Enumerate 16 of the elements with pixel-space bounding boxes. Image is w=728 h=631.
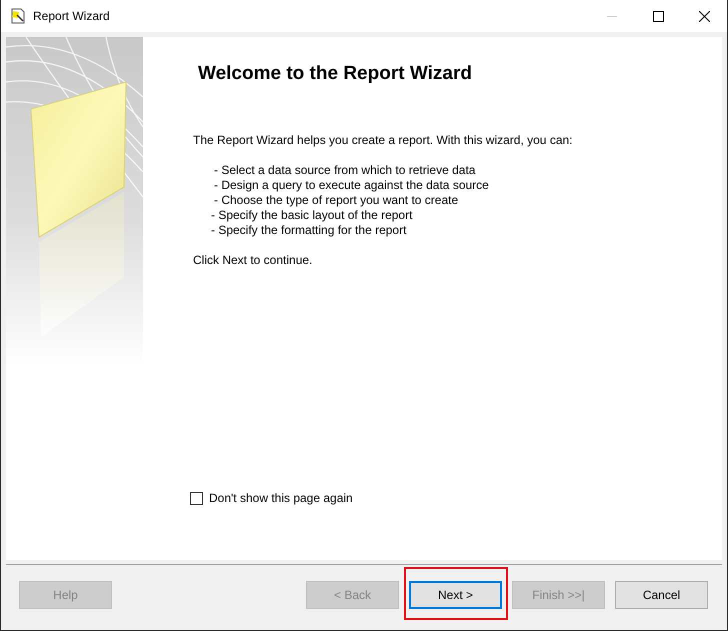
wizard-button[interactable]: Cancel — [615, 581, 708, 609]
checkbox[interactable] — [190, 492, 203, 504]
instruction-text: Click Next to continue. — [193, 253, 314, 267]
list-item: - Specify the basic layout of the report — [211, 208, 414, 223]
page-heading: Welcome to the Report Wizard — [198, 63, 473, 86]
list-item: - Choose the type of report you want to create — [214, 193, 460, 208]
wizard-button[interactable]: Next > — [409, 581, 502, 609]
list-item: - Specify the formatting for the report — [211, 223, 408, 238]
intro-text: The Report Wizard helps you create a report. With this wizard, you can: — [193, 133, 574, 148]
report-wizard-icon — [10, 8, 26, 24]
list-item: - Select a data source from which to retrieve data — [214, 163, 476, 178]
checkbox-label[interactable]: Don't show this page again — [209, 491, 353, 505]
list-item: - Design a query to execute against the data source — [214, 178, 490, 193]
close-icon[interactable] — [698, 10, 710, 22]
window-title: Report Wizard — [33, 9, 110, 23]
maximize-icon[interactable] — [652, 10, 664, 22]
